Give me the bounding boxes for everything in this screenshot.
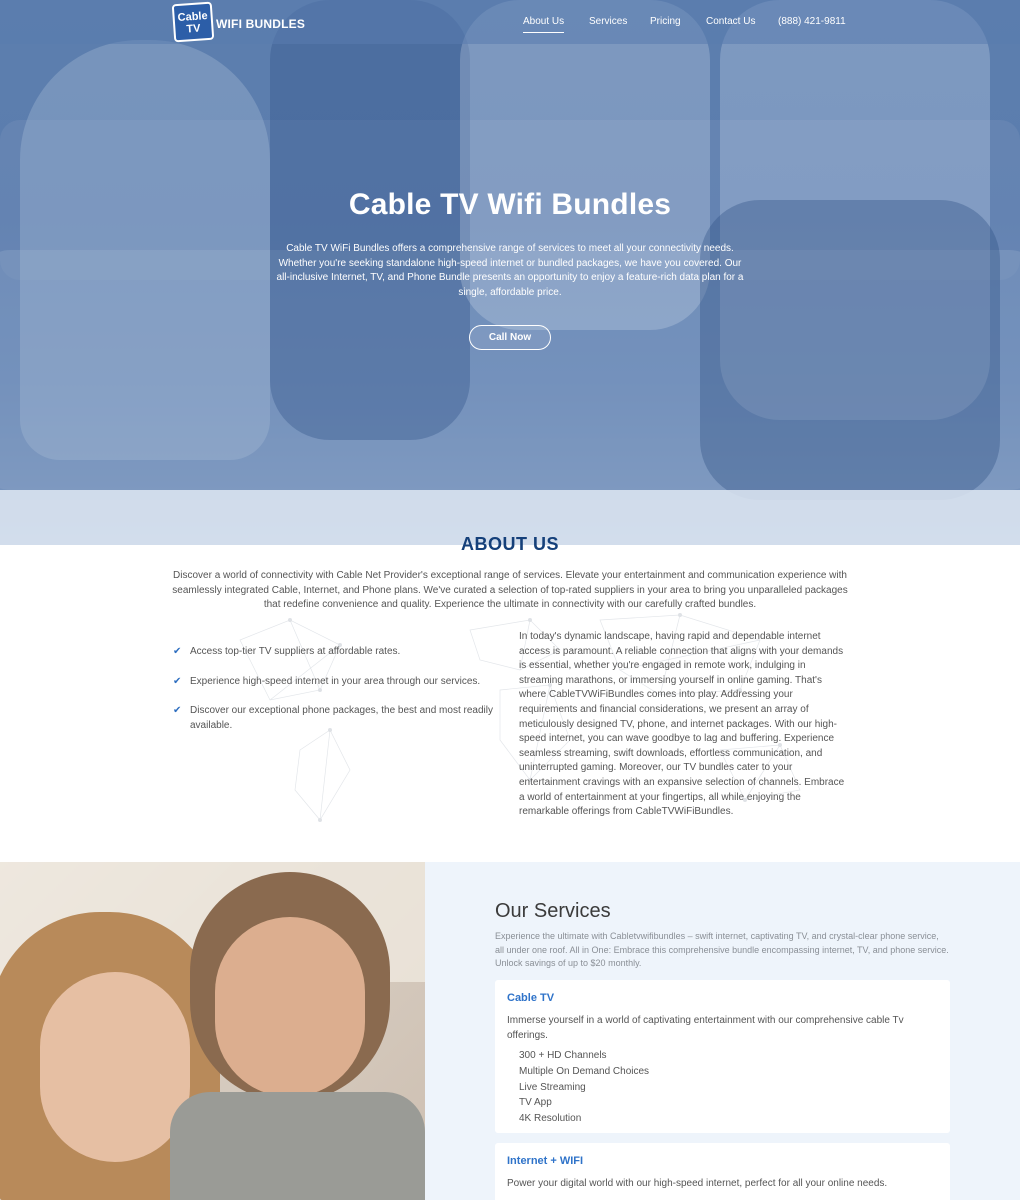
- nav-item-about-us[interactable]: About Us: [523, 16, 565, 33]
- hero-section: Cable TV Wifi Bundles Cable TV WiFi Bund…: [0, 0, 1020, 545]
- nav-item-pricing[interactable]: Pricing: [650, 16, 681, 27]
- service-card-cable-tv: Cable TV Immerse yourself in a world of …: [495, 980, 950, 1133]
- double-check-icon: ✔: [173, 675, 182, 687]
- services-description: Experience the ultimate with Cabletvwifi…: [495, 931, 949, 969]
- service-feature-list: 300 + HD Channels Multiple On Demand Cho…: [519, 1048, 649, 1127]
- photo-person-sweater: [170, 1092, 425, 1200]
- hero-background-person: [20, 40, 270, 460]
- list-item: ✔ Access top-tier TV suppliers at afford…: [173, 645, 503, 660]
- list-item: Live Streaming: [519, 1081, 586, 1093]
- bullet-text: Discover our exceptional phone packages,…: [190, 705, 493, 731]
- hero-title: Cable TV Wifi Bundles: [348, 188, 672, 221]
- top-navbar: Cable TV WIFI BUNDLES About Us Services …: [0, 0, 1020, 44]
- bullet-text: Access top-tier TV suppliers at affordab…: [190, 646, 401, 657]
- nav-item-services[interactable]: Services: [589, 16, 627, 27]
- photo-person-face: [215, 917, 365, 1097]
- list-item: ✔ Discover our exceptional phone package…: [173, 704, 503, 733]
- service-card-internet-wifi: Internet + WIFI Power your digital world…: [495, 1143, 950, 1200]
- nav-menu: About Us Services Pricing Contact Us (88…: [0, 0, 1020, 44]
- nav-item-contact-us[interactable]: Contact Us: [706, 16, 755, 27]
- about-intro: Discover a world of connectivity with Ca…: [172, 570, 848, 610]
- double-check-icon: ✔: [173, 705, 182, 716]
- about-title: ABOUT US: [461, 534, 559, 554]
- list-item: 300 + HD Channels: [519, 1050, 607, 1061]
- list-item: 4K Resolution: [519, 1113, 582, 1125]
- bullet-text: Experience high-speed internet in your a…: [190, 675, 481, 687]
- about-bullet-list: ✔ Access top-tier TV suppliers at afford…: [173, 645, 503, 748]
- list-item: Multiple On Demand Choices: [519, 1065, 650, 1077]
- double-check-icon: ✔: [173, 646, 182, 657]
- service-card-text: Power your digital world with our high-s…: [507, 1178, 888, 1189]
- list-item: TV App: [519, 1097, 552, 1109]
- about-body-text: In today's dynamic landscape, having rap…: [519, 631, 845, 818]
- couple-photo: [0, 862, 425, 1200]
- service-card-text: Immerse yourself in a world of captivati…: [507, 1015, 904, 1041]
- nav-item-phone[interactable]: (888) 421-9811: [778, 16, 846, 27]
- service-card-title: Cable TV: [507, 992, 555, 1004]
- list-item: ✔ Experience high-speed internet in your…: [173, 675, 503, 690]
- call-now-button[interactable]: Call Now: [469, 325, 551, 350]
- hero-description: Cable TV WiFi Bundles offers a comprehen…: [276, 243, 744, 298]
- photo-person-face: [40, 972, 190, 1162]
- services-title: Our Services: [495, 900, 611, 922]
- service-card-title: Internet + WIFI: [507, 1155, 584, 1167]
